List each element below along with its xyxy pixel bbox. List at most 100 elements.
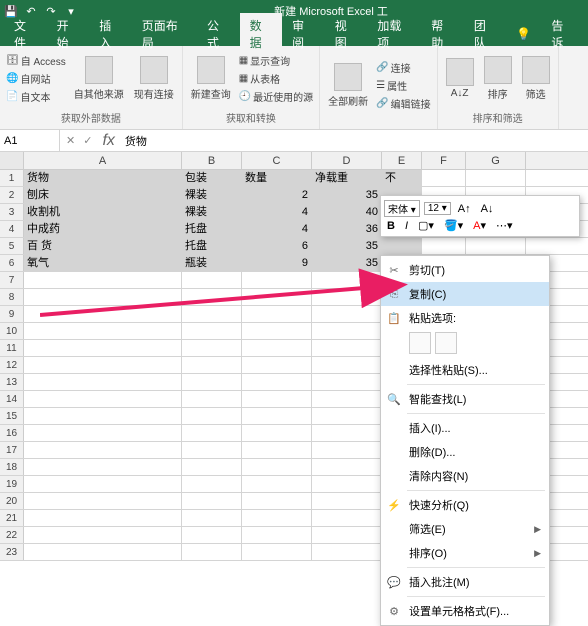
cell[interactable] (242, 544, 312, 560)
ctx-paste-special[interactable]: 选择性粘贴(S)... (381, 358, 549, 382)
col-header-a[interactable]: A (24, 152, 182, 169)
cell[interactable] (312, 391, 382, 407)
col-header-e[interactable]: E (382, 152, 422, 169)
cell[interactable] (182, 442, 242, 458)
cell[interactable] (242, 408, 312, 424)
cell[interactable] (24, 442, 182, 458)
cell[interactable] (24, 493, 182, 509)
paste-option-1[interactable] (409, 332, 431, 354)
fx-icon[interactable]: fx (98, 132, 118, 150)
cell[interactable]: 数量 (242, 170, 312, 186)
sort-az-button[interactable]: A↓Z (442, 56, 478, 101)
cell[interactable] (466, 170, 526, 186)
row-header[interactable]: 8 (0, 289, 24, 305)
mini-size-select[interactable]: 12 ▾ (424, 202, 451, 215)
cell[interactable] (182, 272, 242, 288)
cell[interactable] (242, 306, 312, 322)
cell[interactable] (24, 306, 182, 322)
cell[interactable]: 35 (312, 255, 382, 271)
ctx-cut[interactable]: ✂剪切(T) (381, 258, 549, 282)
cell[interactable] (182, 527, 242, 543)
cell[interactable] (182, 340, 242, 356)
formula-bar[interactable]: 货物 (119, 133, 588, 149)
mini-fill-button[interactable]: 🪣▾ (441, 219, 466, 232)
mini-fontcolor-button[interactable]: A▾ (470, 219, 489, 232)
row-header[interactable]: 9 (0, 306, 24, 322)
cell[interactable] (182, 493, 242, 509)
cell[interactable]: 托盘 (182, 238, 242, 254)
cell[interactable]: 百 货 (24, 238, 182, 254)
ctx-copy[interactable]: ⎘复制(C) (381, 282, 549, 306)
cell[interactable] (24, 510, 182, 526)
cell[interactable]: 4 (242, 204, 312, 220)
cell[interactable]: 收割机 (24, 204, 182, 220)
mini-bold-button[interactable]: B (384, 220, 398, 232)
cell[interactable] (24, 357, 182, 373)
cell[interactable] (24, 527, 182, 543)
ctx-clear[interactable]: 清除内容(N) (381, 464, 549, 488)
row-header[interactable]: 4 (0, 221, 24, 237)
row-header[interactable]: 13 (0, 374, 24, 390)
mini-border-button[interactable]: ▢▾ (415, 219, 437, 232)
cell[interactable] (312, 425, 382, 441)
cell[interactable] (242, 493, 312, 509)
cell[interactable] (312, 544, 382, 560)
cell[interactable] (242, 357, 312, 373)
row-header[interactable]: 1 (0, 170, 24, 186)
cell[interactable] (24, 289, 182, 305)
row-header[interactable]: 19 (0, 476, 24, 492)
cell[interactable] (24, 374, 182, 390)
cell[interactable]: 氧气 (24, 255, 182, 271)
row-header[interactable]: 17 (0, 442, 24, 458)
name-box[interactable]: A1 (0, 130, 60, 151)
cell[interactable] (312, 493, 382, 509)
row-header[interactable]: 22 (0, 527, 24, 543)
ctx-quick-analysis[interactable]: ⚡快速分析(Q) (381, 493, 549, 517)
row-header[interactable]: 3 (0, 204, 24, 220)
cell[interactable]: 35 (312, 238, 382, 254)
ctx-filter[interactable]: 筛选(E)▶ (381, 517, 549, 541)
cell[interactable]: 裸装 (182, 204, 242, 220)
cell[interactable] (182, 476, 242, 492)
cell[interactable] (382, 238, 422, 254)
cell[interactable] (242, 289, 312, 305)
cell[interactable] (24, 459, 182, 475)
cell[interactable] (242, 442, 312, 458)
row-header[interactable]: 18 (0, 459, 24, 475)
paste-option-2[interactable] (435, 332, 457, 354)
sort-button[interactable]: 排序 (480, 54, 516, 103)
cell[interactable]: 刨床 (24, 187, 182, 203)
cell[interactable] (24, 272, 182, 288)
cell[interactable] (312, 510, 382, 526)
cell[interactable] (312, 289, 382, 305)
row-header[interactable]: 2 (0, 187, 24, 203)
row-header[interactable]: 7 (0, 272, 24, 288)
cell[interactable] (24, 391, 182, 407)
cell[interactable]: 36 (312, 221, 382, 237)
cell[interactable] (242, 323, 312, 339)
row-header[interactable]: 10 (0, 323, 24, 339)
cell[interactable] (182, 374, 242, 390)
cell[interactable] (242, 340, 312, 356)
ctx-format-cells[interactable]: ⚙设置单元格格式(F)... (381, 599, 549, 623)
edit-links-button[interactable]: 🔗编辑链接 (374, 95, 432, 112)
properties-button[interactable]: ☰属性 (374, 77, 432, 94)
row-header[interactable]: 21 (0, 510, 24, 526)
from-table-button[interactable]: ▦从表格 (237, 70, 315, 87)
cell[interactable] (242, 425, 312, 441)
ctx-insert-comment[interactable]: 💬插入批注(M) (381, 570, 549, 594)
cell[interactable]: 货物 (24, 170, 182, 186)
row-header[interactable]: 14 (0, 391, 24, 407)
cell[interactable] (312, 527, 382, 543)
row-header[interactable]: 16 (0, 425, 24, 441)
cell[interactable] (312, 340, 382, 356)
cell[interactable] (312, 408, 382, 424)
new-query-button[interactable]: 新建查询 (187, 54, 235, 103)
from-web-button[interactable]: 🌐自网站 (4, 70, 68, 87)
connections-button[interactable]: 🔗连接 (374, 59, 432, 76)
cell[interactable] (182, 391, 242, 407)
col-header-g[interactable]: G (466, 152, 526, 169)
ctx-insert[interactable]: 插入(I)... (381, 416, 549, 440)
row-header[interactable]: 6 (0, 255, 24, 271)
cell[interactable] (182, 459, 242, 475)
